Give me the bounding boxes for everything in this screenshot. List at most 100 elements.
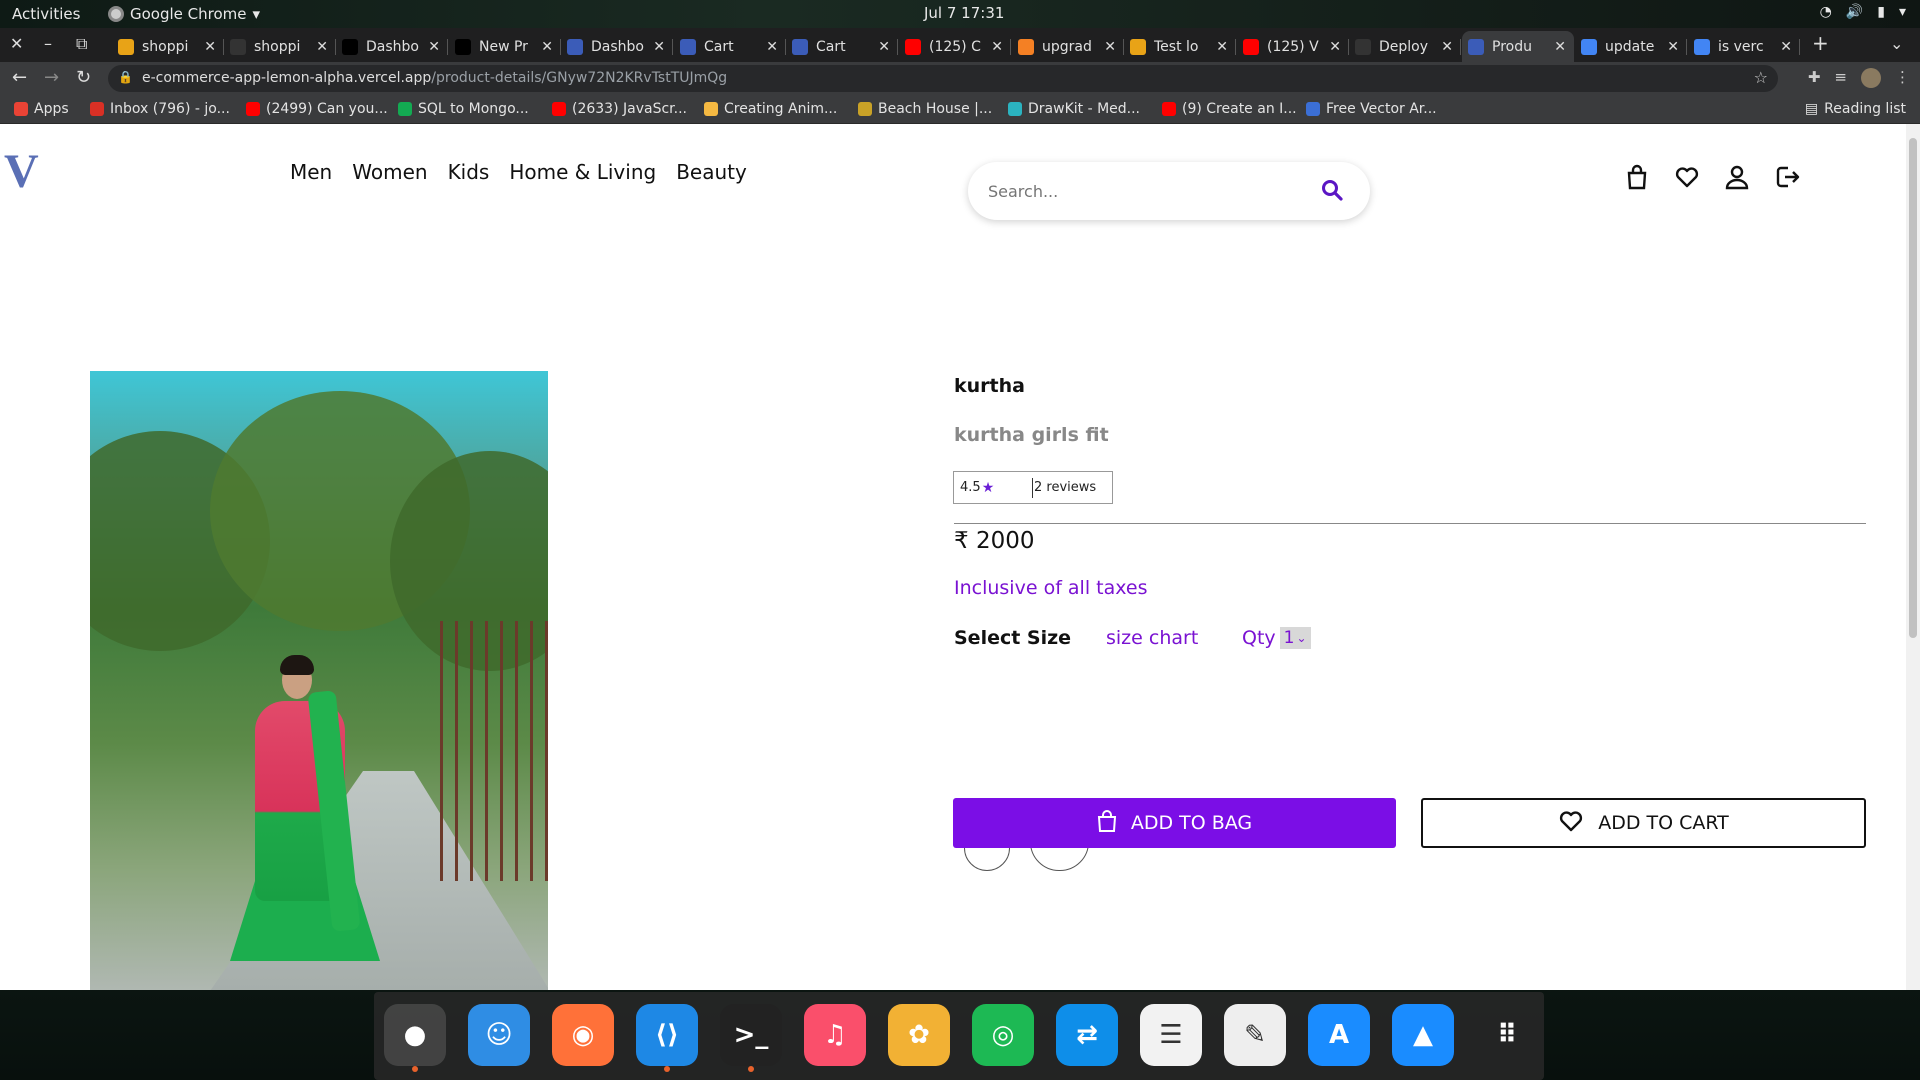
bookmark-item[interactable]: Beach House |... <box>858 101 992 117</box>
browser-tab[interactable]: (125) C ✕ <box>899 31 1011 62</box>
bookmark-item[interactable]: (2633) JavaScr... <box>552 101 687 117</box>
address-bar[interactable]: 🔒 e-commerce-app-lemon-alpha.vercel.app/… <box>108 65 1778 92</box>
vscode-icon[interactable]: ⟨⟩ <box>636 1004 698 1072</box>
logout-icon[interactable] <box>1774 164 1800 190</box>
add-to-cart-button[interactable]: ADD TO CART <box>1421 798 1866 848</box>
restore-window-icon[interactable]: ⧉ <box>76 34 87 54</box>
browser-tab[interactable]: update ✕ <box>1575 31 1687 62</box>
minimize-window-icon[interactable]: – <box>44 34 52 53</box>
search-input[interactable] <box>988 178 1308 204</box>
site-logo[interactable]: V <box>4 144 39 199</box>
search-icon[interactable] <box>1320 178 1344 206</box>
close-tab-icon[interactable]: ✕ <box>1329 39 1341 55</box>
close-tab-icon[interactable]: ✕ <box>766 39 778 55</box>
browser-tab[interactable]: Dashbo ✕ <box>561 31 673 62</box>
finder-icon[interactable]: ☺ <box>468 1004 530 1066</box>
close-tab-icon[interactable]: ✕ <box>204 39 216 55</box>
clock[interactable]: Jul 7 17:31 <box>924 4 1004 22</box>
qty-select[interactable]: 1 ⌄ <box>1279 627 1311 649</box>
bookmark-item[interactable]: (9) Create an I... <box>1162 101 1297 117</box>
extensions-icon[interactable]: ✚ <box>1808 68 1821 88</box>
browser-tab[interactable]: upgrad ✕ <box>1012 31 1124 62</box>
close-tab-icon[interactable]: ✕ <box>428 39 440 55</box>
bookmark-item[interactable]: Creating Anim... <box>704 101 837 117</box>
nav-beauty[interactable]: Beauty <box>676 160 747 184</box>
bookmark-item[interactable]: SQL to Mongo... <box>398 101 529 117</box>
browser-tab[interactable]: Produ ✕ <box>1462 31 1574 62</box>
browser-tab[interactable]: shoppi ✕ <box>112 31 224 62</box>
review-count: 2 reviews <box>1034 480 1097 495</box>
chrome-icon[interactable]: ● <box>384 1004 446 1072</box>
google-icon <box>1581 38 1597 55</box>
page-scrollbar[interactable] <box>1906 124 1920 990</box>
notes-icon[interactable]: ☰ <box>1140 1004 1202 1066</box>
browser-tab[interactable]: Dashbo ✕ <box>336 31 448 62</box>
new-tab-icon[interactable]: + <box>1812 31 1829 55</box>
music-icon[interactable]: ♫ <box>804 1004 866 1066</box>
close-tab-icon[interactable]: ✕ <box>878 39 890 55</box>
more-menu-icon[interactable]: ⋮ <box>1895 68 1910 88</box>
close-tab-icon[interactable]: ✕ <box>1216 39 1228 55</box>
app-store-icon[interactable]: A <box>1308 1004 1370 1066</box>
close-tab-icon[interactable]: ✕ <box>541 39 553 55</box>
scrollbar-thumb[interactable] <box>1909 138 1917 638</box>
browser-tab[interactable]: (125) V ✕ <box>1237 31 1349 62</box>
close-tab-icon[interactable]: ✕ <box>1104 39 1116 55</box>
close-tab-icon[interactable]: ✕ <box>1667 39 1679 55</box>
tab-separator <box>1686 39 1687 55</box>
photos-icon[interactable]: ✿ <box>888 1004 950 1066</box>
back-icon[interactable]: ← <box>12 67 27 88</box>
bookmark-item[interactable]: Apps <box>14 101 69 117</box>
url-text[interactable]: e-commerce-app-lemon-alpha.vercel.app/pr… <box>142 70 727 86</box>
bookmark-star-icon[interactable]: ☆ <box>1754 68 1768 87</box>
bag-icon[interactable] <box>1624 164 1650 190</box>
bookmark-label: Inbox (796) - jo... <box>110 101 230 117</box>
close-tab-icon[interactable]: ✕ <box>1441 39 1453 55</box>
bookmark-item[interactable]: Inbox (796) - jo... <box>90 101 230 117</box>
teamviewer-icon[interactable]: ⇄ <box>1056 1004 1118 1066</box>
stack-icon <box>1018 38 1034 55</box>
terminal-icon[interactable]: >_ <box>720 1004 782 1072</box>
text-editor-icon[interactable]: ✎ <box>1224 1004 1286 1066</box>
bookmark-item[interactable]: Free Vector Ar... <box>1306 101 1437 117</box>
reload-icon[interactable]: ↻ <box>76 67 91 88</box>
close-tab-icon[interactable]: ✕ <box>1554 39 1566 55</box>
reading-list-button[interactable]: ▤ Reading list <box>1805 101 1906 117</box>
add-to-bag-button[interactable]: ADD TO BAG <box>953 798 1396 848</box>
profile-avatar[interactable] <box>1861 68 1881 88</box>
close-tab-icon[interactable]: ✕ <box>991 39 1003 55</box>
nav-men[interactable]: Men <box>290 160 332 184</box>
spotify-icon[interactable]: ◎ <box>972 1004 1034 1066</box>
forward-icon[interactable]: → <box>44 67 59 88</box>
close-tab-icon[interactable]: ✕ <box>653 39 665 55</box>
media-control-icon[interactable]: ≡ <box>1834 68 1847 88</box>
close-window-icon[interactable]: ✕ <box>10 34 23 53</box>
arrow-app-icon[interactable]: ▲ <box>1392 1004 1454 1066</box>
browser-tab[interactable]: shoppi ✕ <box>224 31 336 62</box>
nav-women[interactable]: Women <box>352 160 427 184</box>
close-tab-icon[interactable]: ✕ <box>316 39 328 55</box>
user-icon[interactable] <box>1724 164 1750 190</box>
browser-tab[interactable]: Cart ✕ <box>786 31 898 62</box>
product-image[interactable] <box>90 371 548 990</box>
bookmark-item[interactable]: DrawKit - Med... <box>1008 101 1140 117</box>
browser-tab[interactable]: Cart ✕ <box>674 31 786 62</box>
rating-box[interactable]: 4.5 ★ 2 reviews <box>953 471 1113 504</box>
browser-tab[interactable]: Test lo ✕ <box>1124 31 1236 62</box>
size-chart-link[interactable]: size chart <box>1106 627 1198 649</box>
wishlist-heart-icon[interactable] <box>1674 164 1700 190</box>
add-to-cart-label: ADD TO CART <box>1598 812 1729 834</box>
system-tray[interactable]: ◔ 🔊 ▮ ▾ <box>1820 4 1906 20</box>
nav-kids[interactable]: Kids <box>448 160 490 184</box>
bookmark-item[interactable]: (2499) Can you... <box>246 101 388 117</box>
app-menu[interactable]: Google Chrome ▾ <box>108 5 260 23</box>
browser-tab[interactable]: Deploy ✕ <box>1349 31 1461 62</box>
tab-search-icon[interactable]: ⌄ <box>1890 34 1903 53</box>
browser-tab[interactable]: is verc ✕ <box>1688 31 1800 62</box>
nav-home-living[interactable]: Home & Living <box>509 160 656 184</box>
activities-button[interactable]: Activities <box>12 5 80 23</box>
browser-tab[interactable]: New Pr ✕ <box>449 31 561 62</box>
app-grid-icon[interactable]: ⠿ <box>1476 1004 1538 1066</box>
close-tab-icon[interactable]: ✕ <box>1780 39 1792 55</box>
firefox-icon[interactable]: ◉ <box>552 1004 614 1066</box>
